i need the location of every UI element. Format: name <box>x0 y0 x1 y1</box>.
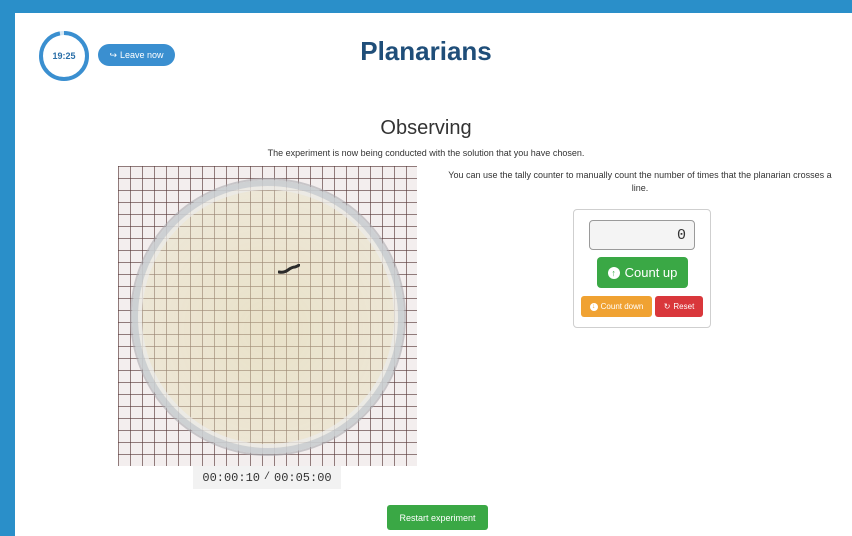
arrow-up-circle-icon: ↑ <box>607 266 620 279</box>
video-timecode: 00:00:10 / 00:05:00 <box>193 466 341 489</box>
app-title: Planarians <box>360 36 492 66</box>
count-up-label: Count up <box>624 265 678 280</box>
experiment-video[interactable] <box>118 166 417 466</box>
refresh-icon: ↻ <box>663 302 671 311</box>
tally-count-display: 0 <box>589 220 695 250</box>
planarian-worm <box>278 264 300 274</box>
petri-dish <box>132 180 404 454</box>
tally-instructions: You can use the tally counter to manuall… <box>448 170 832 193</box>
time-separator: / <box>263 472 270 483</box>
reset-button[interactable]: ↻ Reset <box>655 296 703 317</box>
reset-label: Reset <box>673 302 695 311</box>
total-time: 00:05:00 <box>274 470 332 485</box>
elapsed-time: 00:00:10 <box>202 470 260 485</box>
tally-counter-panel: 0 ↑ Count up ↓ Count down ↻ Reset <box>573 209 711 328</box>
count-down-button[interactable]: ↓ Count down <box>581 296 652 317</box>
count-up-button[interactable]: ↑ Count up <box>597 257 688 288</box>
restart-experiment-button[interactable]: Restart experiment <box>387 505 488 530</box>
experiment-description: The experiment is now being conducted wi… <box>267 148 585 158</box>
section-title: Observing <box>380 117 472 139</box>
arrow-down-circle-icon: ↓ <box>589 302 598 311</box>
count-down-label: Count down <box>600 302 644 311</box>
